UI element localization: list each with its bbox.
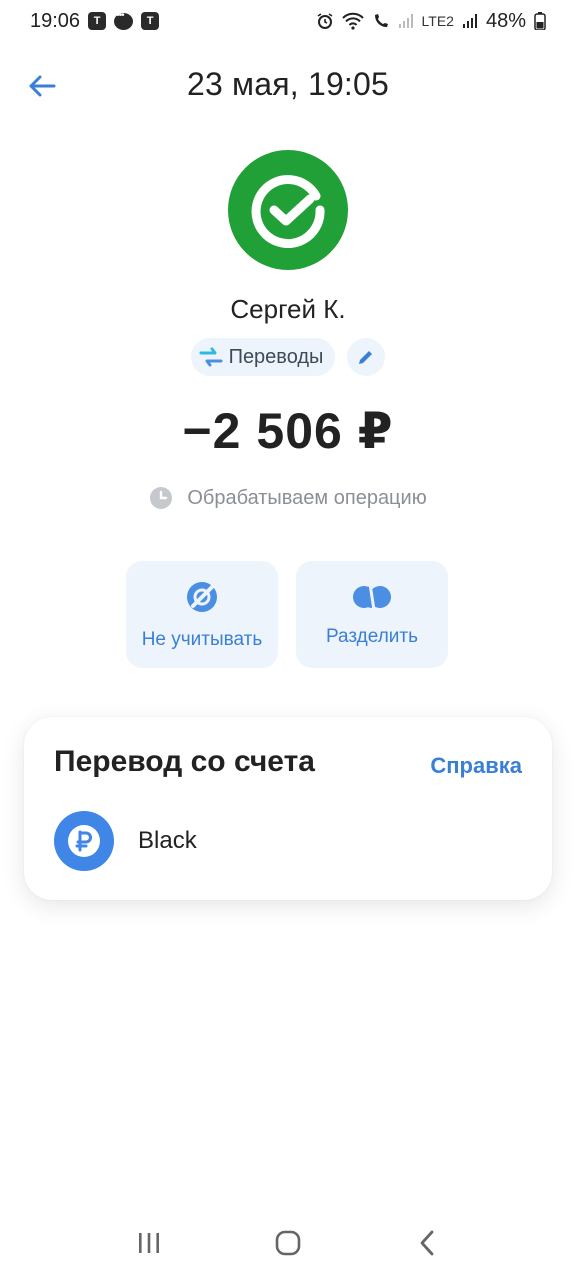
split-button-label: Разделить [325,625,418,647]
clock-icon [150,487,173,509]
recipient-avatar [228,150,348,270]
exclude-button-label: Не учитывать [141,628,263,650]
wifi-calling-icon [372,12,390,30]
category-row: Переводы [0,338,576,376]
chat-notification-icon [114,10,134,30]
category-chip[interactable]: Переводы [190,338,336,376]
split-icon [353,583,391,610]
transaction-amount: −2 506 ₽ [182,403,394,459]
account-avatar [54,811,114,871]
notification-app-icon: T [88,12,107,30]
chevron-left-icon [420,1230,434,1256]
help-link[interactable]: Справка [430,753,522,779]
split-button[interactable]: Разделить [296,561,448,668]
battery-icon [534,12,546,30]
network-type-label: LTE2 [421,13,454,29]
action-buttons: Не учитывать Разделить [126,561,448,668]
status-time: 19:06 [30,9,81,32]
recent-apps-icon [139,1233,160,1253]
home-icon [275,1230,301,1256]
notification-app-icon-2: T [141,12,160,30]
edit-category-button[interactable] [347,338,386,376]
operation-status-text: Обрабатываем операцию [187,486,427,509]
alarm-icon [316,12,334,30]
battery-percent: 48% [485,9,526,32]
status-right: LTE2 48% [316,10,546,33]
card-title: Перевод со счета [54,745,315,778]
pencil-icon [359,351,373,364]
operation-status: Обрабатываем операцию [0,486,576,510]
wifi-icon [341,12,364,30]
recent-apps-button[interactable] [119,1218,179,1268]
exclude-icon [187,581,217,612]
status-left: 19:06 T T [30,9,160,33]
page-title: 23 мая, 19:05 [186,66,390,102]
back-nav-button[interactable] [397,1218,457,1268]
transaction-detail-screen: 19:06 T T LTE2 48% [0,0,576,1280]
exclude-button[interactable]: Не учитывать [126,561,278,668]
sber-logo-icon [251,175,325,248]
signal-strength-icon [398,13,414,29]
system-navigation-bar [0,1210,576,1276]
transfer-arrows-icon [199,347,223,367]
home-button[interactable] [258,1218,318,1268]
account-name: Black [138,827,197,854]
recipient-name: Сергей К. [230,294,346,324]
status-bar: 19:06 T T LTE2 48% [0,0,576,42]
header: 23 мая, 19:05 [0,56,576,116]
account-row[interactable]: Black [54,811,524,871]
signal-strength-icon-2 [462,13,478,29]
source-account-card: Перевод со счета Справка Black [24,717,552,900]
category-label: Переводы [228,345,324,368]
ruble-icon [68,825,100,857]
